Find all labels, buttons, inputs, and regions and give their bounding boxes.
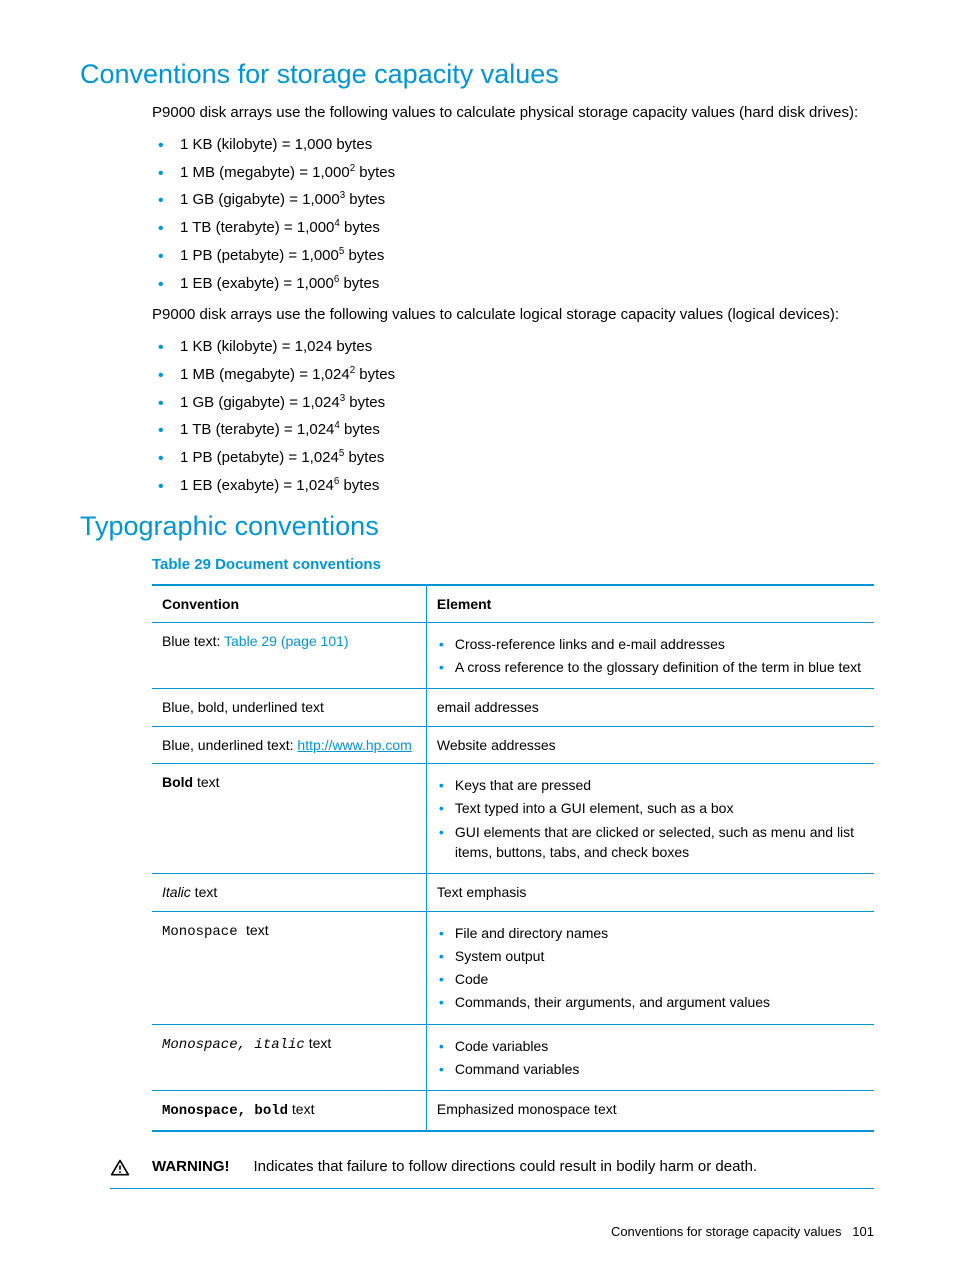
- table-row: Italic text Text emphasis: [152, 874, 874, 911]
- table-caption: Table 29 Document conventions: [152, 554, 874, 576]
- page-number: 101: [852, 1224, 874, 1239]
- list-item: System output: [455, 946, 864, 966]
- list-item: 1 MB (megabyte) = 1,0242 bytes: [180, 364, 874, 386]
- list-item: File and directory names: [455, 923, 864, 943]
- warning-callout: WARNING! Indicates that failure to follo…: [110, 1146, 874, 1189]
- list-item: Cross-reference links and e-mail address…: [455, 634, 864, 654]
- external-link[interactable]: http://www.hp.com: [297, 737, 411, 753]
- list-item: GUI elements that are clicked or selecte…: [455, 822, 864, 863]
- cross-reference-link[interactable]: Table 29 (page 101): [224, 633, 349, 649]
- list-item: Code: [455, 969, 864, 989]
- list-item: 1 PB (petabyte) = 1,0245 bytes: [180, 447, 874, 469]
- warning-text: Indicates that failure to follow directi…: [254, 1156, 758, 1178]
- list-item: Code variables: [455, 1036, 864, 1056]
- column-header-element: Element: [426, 585, 874, 623]
- list-item: 1 GB (gigabyte) = 1,0003 bytes: [180, 189, 874, 211]
- column-header-convention: Convention: [152, 585, 426, 623]
- list-item: 1 TB (terabyte) = 1,0004 bytes: [180, 217, 874, 239]
- section-title-typographic: Typographic conventions: [80, 507, 874, 546]
- table-row: Monospace, italic text Code variables Co…: [152, 1024, 874, 1091]
- table-row: Blue text: Table 29 (page 101) Cross-ref…: [152, 622, 874, 689]
- table-row: Monospace text File and directory names …: [152, 911, 874, 1024]
- logical-list: 1 KB (kilobyte) = 1,024 bytes 1 MB (mega…: [152, 336, 874, 497]
- list-item: 1 EB (exabyte) = 1,0006 bytes: [180, 273, 874, 295]
- table-row: Bold text Keys that are pressed Text typ…: [152, 764, 874, 874]
- intro-physical: P9000 disk arrays use the following valu…: [152, 102, 874, 124]
- page-footer: Conventions for storage capacity values …: [80, 1223, 874, 1242]
- document-conventions-table: Convention Element Blue text: Table 29 (…: [152, 584, 874, 1132]
- list-item: Keys that are pressed: [455, 775, 864, 795]
- list-item: A cross reference to the glossary defini…: [455, 657, 864, 677]
- table-row: Monospace, bold text Emphasized monospac…: [152, 1091, 874, 1131]
- warning-triangle-icon: [110, 1158, 130, 1178]
- table-row: Blue, bold, underlined text email addres…: [152, 689, 874, 726]
- list-item: 1 GB (gigabyte) = 1,0243 bytes: [180, 392, 874, 414]
- physical-list: 1 KB (kilobyte) = 1,000 bytes 1 MB (mega…: [152, 134, 874, 295]
- list-item: 1 KB (kilobyte) = 1,024 bytes: [180, 336, 874, 358]
- intro-logical: P9000 disk arrays use the following valu…: [152, 304, 874, 326]
- list-item: Text typed into a GUI element, such as a…: [455, 798, 864, 818]
- list-item: 1 EB (exabyte) = 1,0246 bytes: [180, 475, 874, 497]
- list-item: 1 PB (petabyte) = 1,0005 bytes: [180, 245, 874, 267]
- section-title-storage: Conventions for storage capacity values: [80, 55, 874, 94]
- warning-label: WARNING!: [152, 1156, 230, 1178]
- list-item: 1 MB (megabyte) = 1,0002 bytes: [180, 162, 874, 184]
- list-item: Command variables: [455, 1059, 864, 1079]
- table-row: Blue, underlined text: http://www.hp.com…: [152, 726, 874, 763]
- list-item: 1 TB (terabyte) = 1,0244 bytes: [180, 419, 874, 441]
- list-item: 1 KB (kilobyte) = 1,000 bytes: [180, 134, 874, 156]
- list-item: Commands, their arguments, and argument …: [455, 992, 864, 1012]
